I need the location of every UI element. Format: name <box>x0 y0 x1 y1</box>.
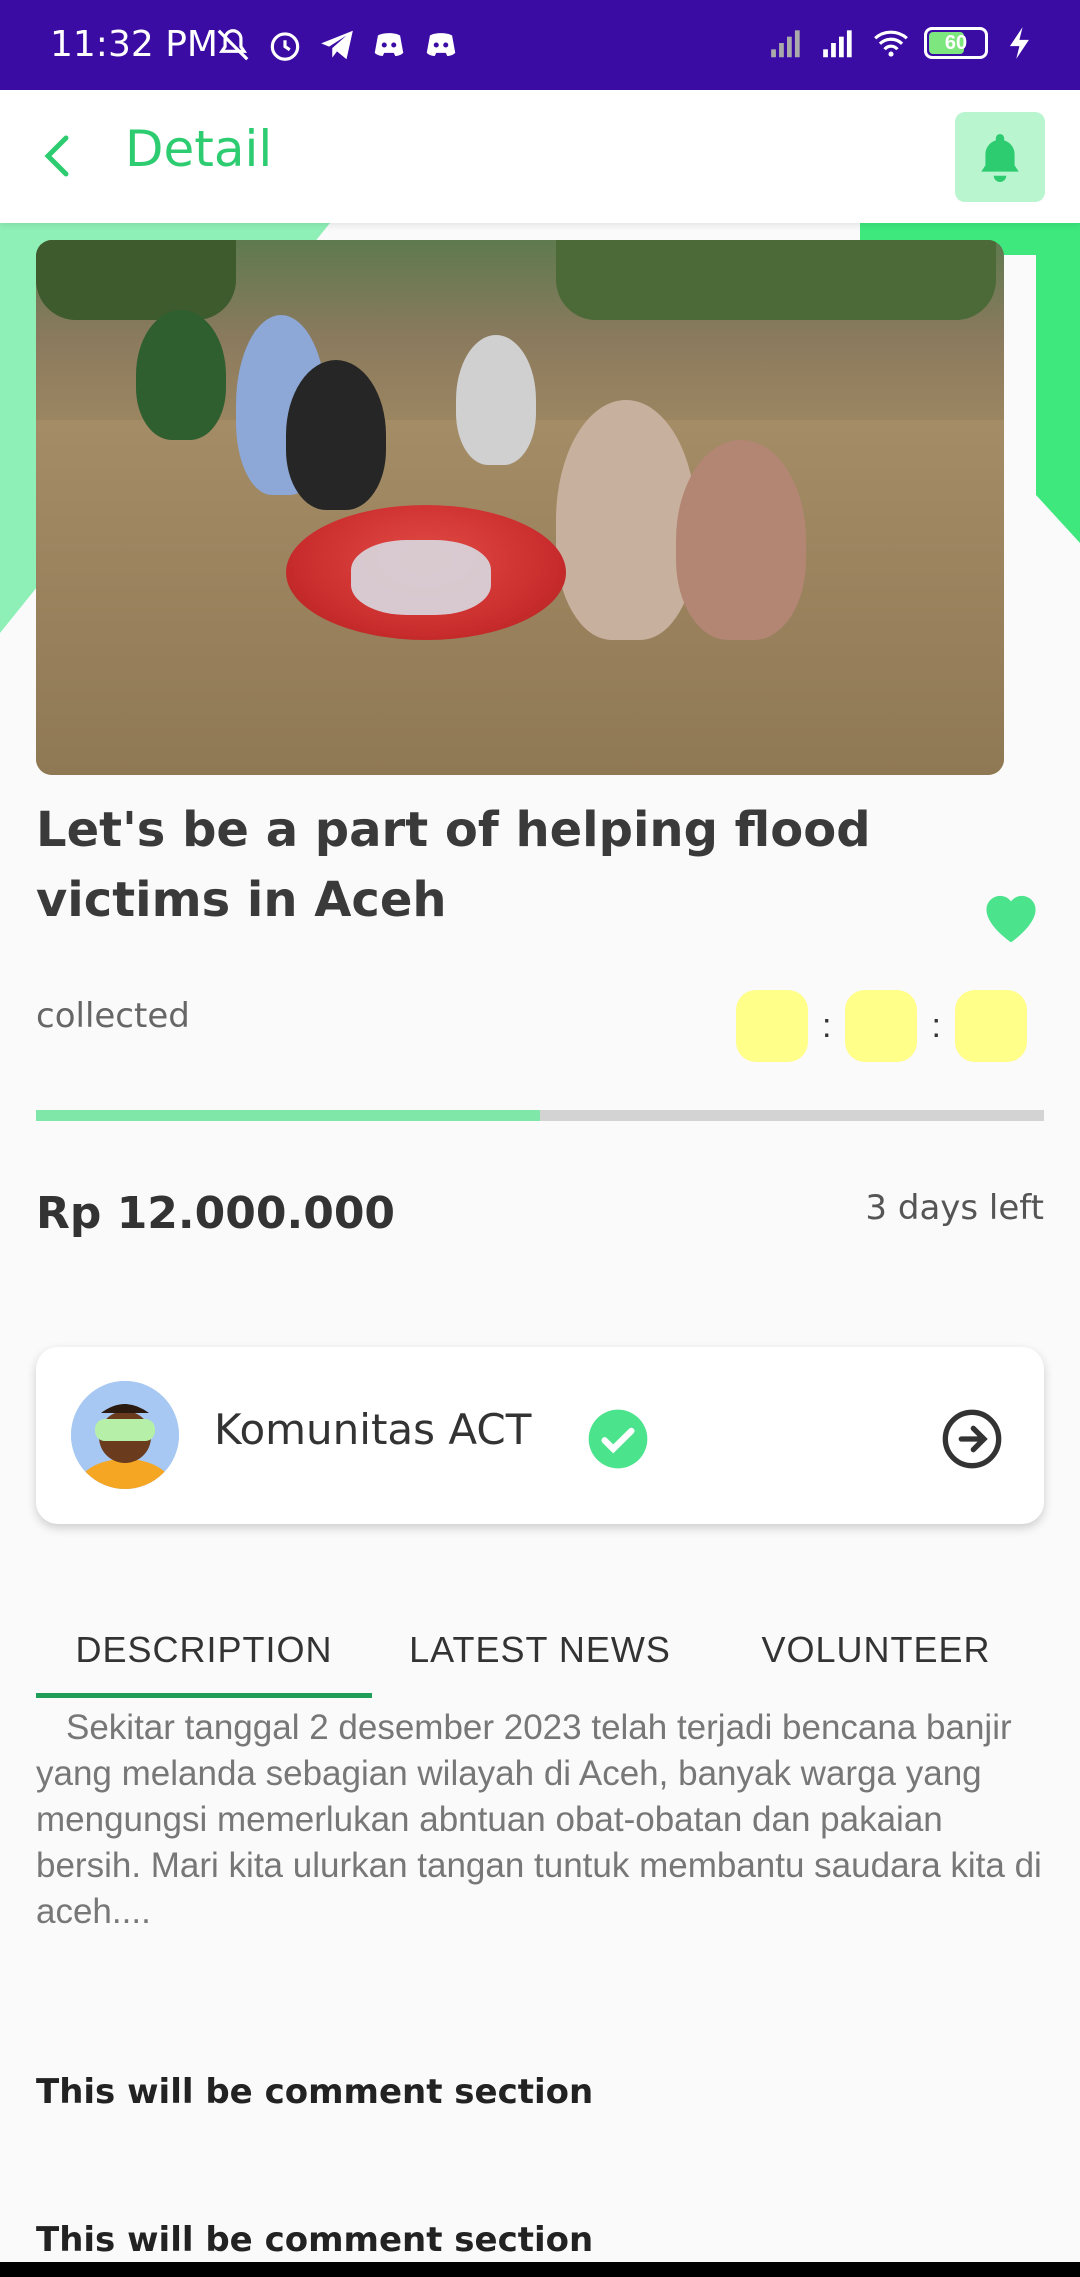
comment-section-placeholder: This will be comment section <box>36 2220 594 2260</box>
campaign-image <box>36 240 1004 775</box>
organizer-card[interactable]: Komunitas ACT <box>36 1347 1044 1524</box>
countdown-timer: : : <box>736 990 1027 1062</box>
collected-amount: Rp 12.000.000 <box>36 1188 396 1239</box>
active-tab-indicator <box>36 1693 372 1698</box>
image-plastic-bag <box>351 540 491 615</box>
funding-progress-bar <box>36 1110 1044 1121</box>
alarm-icon <box>270 32 300 61</box>
chevron-left-icon[interactable] <box>28 126 88 186</box>
wifi-icon <box>874 30 908 57</box>
bell-icon <box>981 134 1019 182</box>
arrow-right-circle-icon[interactable] <box>940 1407 1004 1471</box>
image-trees <box>36 240 236 320</box>
mute-bell-icon <box>217 29 249 61</box>
discord-icon <box>374 33 404 57</box>
charging-icon <box>1009 27 1029 59</box>
tab-description[interactable]: DESCRIPTION <box>36 1600 372 1700</box>
app-header: Detail <box>0 90 1080 223</box>
funding-progress-fill <box>36 1110 540 1121</box>
image-person <box>456 335 536 465</box>
organizer-name: Komunitas ACT <box>214 1405 532 1454</box>
telegram-icon <box>321 30 353 60</box>
status-notification-icons <box>214 26 460 64</box>
countdown-separator: : <box>931 1006 941 1045</box>
countdown-separator: : <box>822 1006 832 1045</box>
countdown-seconds <box>954 990 1027 1062</box>
comment-section-placeholder: This will be comment section <box>36 2072 594 2112</box>
image-person <box>136 310 226 440</box>
avatar <box>71 1381 179 1489</box>
countdown-minutes <box>845 990 918 1062</box>
detail-tabs: DESCRIPTION LATEST NEWS VOLUNTEER <box>36 1600 1044 1700</box>
campaign-description: Sekitar tanggal 2 desember 2023 telah te… <box>36 1708 1042 1931</box>
signal-icon <box>823 30 852 58</box>
image-person <box>286 360 386 510</box>
notification-button[interactable] <box>955 112 1045 202</box>
status-time: 11:32 PM <box>50 24 218 65</box>
tab-volunteer[interactable]: VOLUNTEER <box>708 1600 1044 1700</box>
campaign-title: Let's be a part of helping flood victims… <box>36 802 871 928</box>
battery-icon: 60 <box>924 27 988 59</box>
countdown-hours <box>736 990 808 1062</box>
image-trees <box>556 240 996 320</box>
avatar-illustration <box>71 1381 179 1489</box>
signal-icon <box>771 30 800 58</box>
status-system-icons: 60 <box>768 24 1040 62</box>
discord-icon <box>426 33 456 57</box>
heart-icon[interactable] <box>978 885 1044 945</box>
image-person <box>556 400 696 640</box>
battery-level: 60 <box>944 31 968 54</box>
system-navigation-bar <box>0 2262 1080 2277</box>
check-circle-icon <box>588 1409 648 1469</box>
image-person <box>676 440 806 640</box>
page-title: Detail <box>125 120 273 178</box>
days-left: 3 days left <box>865 1188 1044 1228</box>
status-bar: 11:32 PM 60 <box>0 0 1080 90</box>
collected-label: collected <box>36 996 190 1036</box>
tab-latest-news[interactable]: LATEST NEWS <box>372 1600 708 1700</box>
